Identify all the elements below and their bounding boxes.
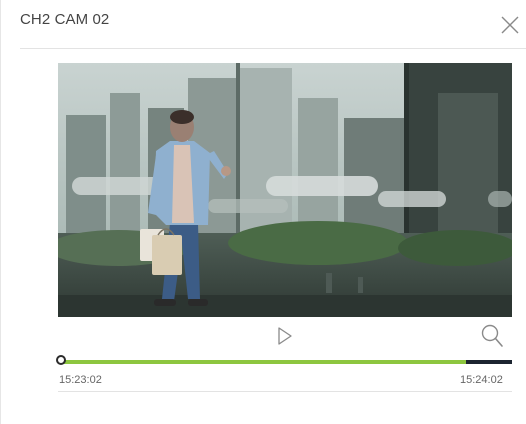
timeline-end-time: 15:24:02 — [460, 374, 503, 386]
dialog-title: CH2 CAM 02 — [20, 11, 110, 28]
header-divider — [20, 48, 526, 49]
recorded-segment — [61, 360, 466, 364]
close-icon[interactable] — [499, 14, 521, 36]
video-frame[interactable] — [58, 63, 512, 317]
playback-dialog: CH2 CAM 02 15:23:02 15:24:02 — [0, 0, 526, 424]
dialog-header: CH2 CAM 02 — [1, 0, 526, 48]
unrecorded-segment — [466, 360, 512, 364]
play-icon[interactable] — [276, 326, 294, 346]
search-icon[interactable] — [480, 323, 504, 349]
timeline-bar[interactable] — [55, 355, 515, 369]
footer-divider — [58, 391, 512, 392]
timeline-handle[interactable] — [56, 355, 66, 365]
timeline-start-time: 15:23:02 — [59, 374, 102, 386]
